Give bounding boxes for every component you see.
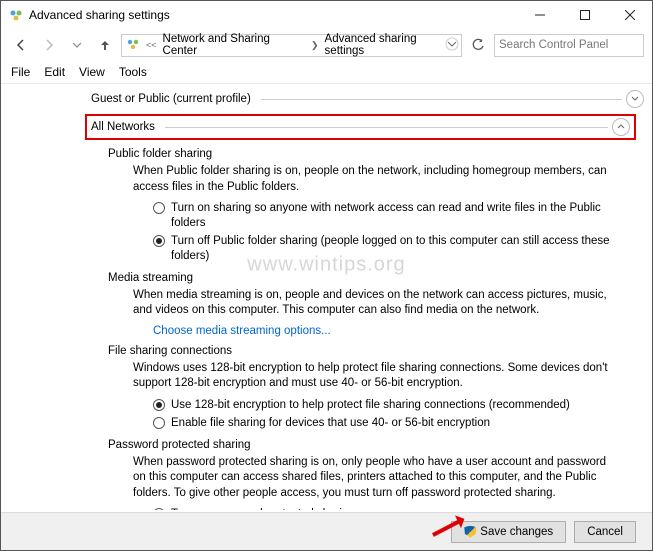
radio-pfs-off[interactable]: Turn off Public folder sharing (people l… bbox=[153, 234, 620, 264]
menu-edit[interactable]: Edit bbox=[44, 65, 65, 79]
radio-icon bbox=[153, 508, 165, 510]
radio-label: Turn off Public folder sharing (people l… bbox=[171, 234, 620, 264]
control-panel-icon bbox=[9, 8, 23, 22]
crumb-network-sharing[interactable]: Network and Sharing Center bbox=[163, 33, 305, 57]
crumb-advanced-sharing[interactable]: Advanced sharing settings bbox=[325, 33, 457, 57]
radio-icon bbox=[153, 399, 165, 411]
up-button[interactable] bbox=[93, 33, 117, 57]
heading-media-streaming: Media streaming bbox=[108, 272, 644, 284]
search-placeholder: Search Control Panel bbox=[499, 39, 608, 51]
menu-tools[interactable]: Tools bbox=[119, 65, 147, 79]
divider bbox=[261, 99, 622, 100]
button-label: Save changes bbox=[480, 526, 553, 538]
desc-public-folder-sharing: When Public folder sharing is on, people… bbox=[133, 164, 620, 195]
link-media-streaming-options[interactable]: Choose media streaming options... bbox=[153, 325, 644, 337]
chevron-right-icon: << bbox=[144, 40, 159, 50]
recent-locations-button[interactable] bbox=[65, 33, 89, 57]
radio-label: Turn on sharing so anyone with network a… bbox=[171, 201, 620, 231]
profile-guest-public[interactable]: Guest or Public (current profile) bbox=[91, 93, 257, 105]
radio-icon bbox=[153, 202, 165, 214]
divider bbox=[165, 127, 608, 128]
menu-view[interactable]: View bbox=[79, 65, 105, 79]
uac-shield-icon bbox=[464, 526, 476, 538]
menu-file[interactable]: File bbox=[11, 65, 30, 79]
refresh-button[interactable] bbox=[466, 34, 490, 57]
desc-media-streaming: When media streaming is on, people and d… bbox=[133, 288, 620, 319]
radio-label: Use 128-bit encryption to help protect f… bbox=[171, 398, 570, 413]
address-bar[interactable]: << Network and Sharing Center ❯ Advanced… bbox=[121, 34, 462, 57]
minimize-button[interactable] bbox=[517, 1, 562, 29]
radio-icon bbox=[153, 235, 165, 247]
cancel-button[interactable]: Cancel bbox=[574, 521, 636, 543]
heading-file-sharing-connections: File sharing connections bbox=[108, 345, 644, 357]
radio-label: Enable file sharing for devices that use… bbox=[171, 416, 490, 431]
window-title: Advanced sharing settings bbox=[29, 8, 517, 22]
maximize-button[interactable] bbox=[562, 1, 607, 29]
search-input[interactable]: Search Control Panel bbox=[494, 34, 644, 57]
heading-password-protected-sharing: Password protected sharing bbox=[108, 439, 644, 451]
collapse-chevron-icon[interactable] bbox=[612, 118, 630, 136]
radio-label: Turn on password protected sharing bbox=[171, 507, 355, 510]
save-changes-button[interactable]: Save changes bbox=[451, 521, 566, 543]
address-dropdown-icon[interactable] bbox=[445, 37, 459, 54]
desc-password-protected-sharing: When password protected sharing is on, o… bbox=[133, 455, 620, 502]
forward-button[interactable] bbox=[37, 33, 61, 57]
control-panel-small-icon bbox=[126, 37, 140, 54]
chevron-right-icon: ❯ bbox=[309, 40, 321, 51]
close-button[interactable] bbox=[607, 1, 652, 29]
radio-icon bbox=[153, 417, 165, 429]
radio-pfs-on[interactable]: Turn on sharing so anyone with network a… bbox=[153, 201, 620, 231]
radio-fsc-4056[interactable]: Enable file sharing for devices that use… bbox=[153, 416, 620, 431]
heading-public-folder-sharing: Public folder sharing bbox=[108, 148, 644, 160]
button-label: Cancel bbox=[587, 526, 623, 538]
radio-pps-on[interactable]: Turn on password protected sharing bbox=[153, 507, 620, 510]
expand-chevron-icon[interactable] bbox=[626, 90, 644, 108]
radio-fsc-128[interactable]: Use 128-bit encryption to help protect f… bbox=[153, 398, 620, 413]
profile-all-networks[interactable]: All Networks bbox=[91, 121, 161, 133]
back-button[interactable] bbox=[9, 33, 33, 57]
desc-file-sharing-connections: Windows uses 128-bit encryption to help … bbox=[133, 361, 620, 392]
